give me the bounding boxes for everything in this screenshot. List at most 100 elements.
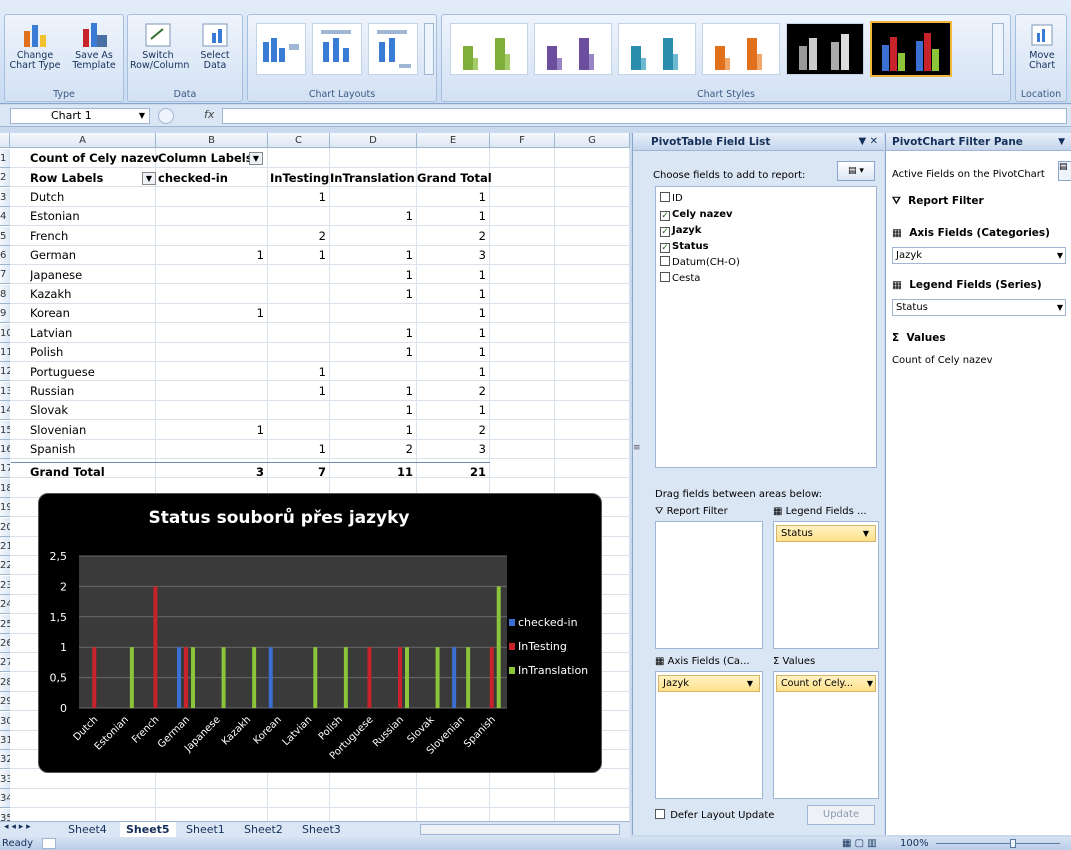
pivot-value-cell[interactable] bbox=[156, 285, 268, 304]
pivot-value-cell[interactable]: 2 bbox=[268, 227, 330, 246]
pivot-value-cell[interactable] bbox=[330, 304, 417, 323]
legend-select-dropdown-icon[interactable]: ▼ bbox=[1057, 300, 1063, 315]
legend-entry[interactable]: checked-in bbox=[518, 616, 578, 629]
pivot-value-cell[interactable]: 2 bbox=[330, 440, 417, 459]
style-green-thumb[interactable] bbox=[450, 23, 528, 75]
grand-total-label[interactable]: Grand Total bbox=[30, 463, 105, 482]
name-box[interactable]: Chart 1 ▼ bbox=[10, 108, 150, 124]
layouts-scroll[interactable] bbox=[424, 23, 434, 75]
column-header-F[interactable]: F bbox=[490, 133, 555, 148]
pivot-value-cell[interactable]: 1 bbox=[417, 363, 490, 382]
bar-intranslation-estonian[interactable] bbox=[129, 647, 134, 708]
field-list-layout-button[interactable]: ▤ ▾ bbox=[837, 161, 875, 181]
pivot-value-cell[interactable]: 1 bbox=[330, 246, 417, 265]
row-header-24[interactable]: 24 bbox=[0, 595, 10, 615]
x-tick-label[interactable]: Russian bbox=[371, 714, 406, 749]
pivot-value-cell[interactable]: 1 bbox=[268, 188, 330, 207]
pivot-chart[interactable]: Status souborů přes jazyky 0 0,5 1 1,5 2 2,5 D… bbox=[38, 493, 602, 773]
horizontal-scrollbar[interactable] bbox=[420, 824, 620, 835]
row-label-cell[interactable]: Latvian bbox=[30, 324, 72, 343]
formula-input[interactable] bbox=[222, 108, 1067, 124]
pivot-corner-label[interactable]: Count of Cely nazev bbox=[30, 149, 159, 168]
pivot-value-cell[interactable] bbox=[330, 227, 417, 246]
pivot-value-cell[interactable] bbox=[156, 266, 268, 285]
spreadsheet-grid[interactable]: ABCDEFG 12345678910111213141516171819202… bbox=[0, 133, 630, 821]
field-item[interactable]: ✓ Status bbox=[660, 239, 709, 255]
pivot-value-cell[interactable]: 1 bbox=[417, 266, 490, 285]
bar-checked-in-german[interactable] bbox=[177, 647, 181, 708]
values-area[interactable]: Count of Cely... ▼ bbox=[773, 671, 879, 799]
field-item[interactable]: Datum(CH-O) bbox=[660, 255, 740, 271]
bar-intesting-spanish[interactable] bbox=[489, 647, 494, 708]
row-label-cell[interactable]: Dutch bbox=[30, 188, 64, 207]
x-tick-label[interactable]: Polish bbox=[317, 714, 345, 742]
bar-checked-in-slovenian[interactable] bbox=[452, 647, 457, 708]
sheet-tab-sheet1[interactable]: Sheet1 bbox=[180, 822, 231, 837]
pivot-value-cell[interactable] bbox=[268, 285, 330, 304]
x-tick-label[interactable]: Kazakh bbox=[220, 714, 253, 747]
fx-icon[interactable]: fx bbox=[204, 108, 214, 121]
column-header-G[interactable]: G bbox=[555, 133, 630, 148]
row-label-cell[interactable]: Russian bbox=[30, 382, 74, 401]
row-label-cell[interactable]: Spanish bbox=[30, 440, 75, 459]
bar-intesting-russian[interactable] bbox=[398, 647, 402, 708]
pivot-value-cell[interactable]: 1 bbox=[417, 285, 490, 304]
y-tick-label[interactable]: 1,5 bbox=[50, 611, 68, 624]
style-orange-thumb[interactable] bbox=[702, 23, 780, 75]
switch-row-column-button[interactable]: Switch Row/Column bbox=[130, 21, 189, 71]
bar-intesting-portuguese[interactable] bbox=[367, 647, 372, 708]
pivot-value-cell[interactable]: 1 bbox=[417, 188, 490, 207]
pivot-value-cell[interactable] bbox=[156, 382, 268, 401]
bar-intranslation-polish[interactable] bbox=[343, 647, 348, 708]
move-chart-button[interactable]: Move Chart bbox=[1019, 21, 1065, 71]
row-header-31[interactable]: 31 bbox=[0, 731, 10, 750]
pivot-header-intranslation[interactable]: InTranslation bbox=[330, 169, 415, 188]
pivot-value-cell[interactable]: 1 bbox=[268, 382, 330, 401]
pivot-header-grand-total[interactable]: Grand Total bbox=[417, 169, 492, 188]
column-header-D[interactable]: D bbox=[330, 133, 417, 148]
pivot-header-intesting[interactable]: InTesting bbox=[270, 169, 329, 188]
pivot-value-cell[interactable]: 1 bbox=[417, 324, 490, 343]
pivot-value-cell[interactable]: 2 bbox=[417, 227, 490, 246]
axis-field-select[interactable]: Jazyk ▼ bbox=[892, 247, 1066, 264]
style-teal-thumb[interactable] bbox=[618, 23, 696, 75]
row-header-26[interactable]: 26 bbox=[0, 634, 10, 653]
layout-1-thumb[interactable] bbox=[256, 23, 306, 75]
panel-close-icon[interactable]: ▼ ✕ bbox=[858, 133, 878, 151]
row-header-3[interactable]: 3 bbox=[0, 187, 10, 207]
row-header-7[interactable]: 7 bbox=[0, 265, 10, 285]
row-header-23[interactable]: 23 bbox=[0, 575, 10, 595]
pivot-row-labels[interactable]: Row Labels bbox=[30, 169, 103, 188]
pivot-value-cell[interactable]: 1 bbox=[330, 343, 417, 362]
row-header-18[interactable]: 18 bbox=[0, 478, 10, 498]
pivot-value-cell[interactable]: 3 bbox=[417, 440, 490, 459]
bar-intranslation-german[interactable] bbox=[191, 647, 195, 708]
row-header-32[interactable]: 32 bbox=[0, 750, 10, 770]
defer-checkbox[interactable] bbox=[655, 809, 665, 819]
row-header-28[interactable]: 28 bbox=[0, 672, 10, 692]
pivot-value-cell[interactable]: 1 bbox=[156, 304, 268, 323]
row-header-19[interactable]: 19 bbox=[0, 498, 10, 518]
legend-swatch[interactable] bbox=[509, 643, 515, 650]
pivot-value-cell[interactable]: 1 bbox=[417, 343, 490, 362]
pivot-value-cell[interactable]: 2 bbox=[417, 382, 490, 401]
row-label-cell[interactable]: Slovak bbox=[30, 401, 68, 420]
column-header-E[interactable]: E bbox=[417, 133, 490, 148]
values-field-count[interactable]: Count of Cely... ▼ bbox=[776, 675, 876, 692]
panel-splitter[interactable]: ≡ bbox=[633, 443, 641, 461]
column-header-B[interactable]: B bbox=[156, 133, 268, 148]
pivot-value-cell[interactable] bbox=[156, 401, 268, 420]
bar-intranslation-japanese[interactable] bbox=[221, 647, 226, 708]
row-header-15[interactable]: 15 bbox=[0, 420, 10, 440]
row-label-cell[interactable]: German bbox=[30, 246, 76, 265]
formula-cancel-icon[interactable] bbox=[158, 108, 174, 124]
row-header-1[interactable]: 1 bbox=[0, 149, 10, 168]
field-item[interactable]: Cesta bbox=[660, 271, 700, 287]
pivot-value-cell[interactable]: 1 bbox=[330, 266, 417, 285]
style-gray-dark-thumb[interactable] bbox=[786, 23, 864, 75]
defer-layout-update[interactable]: Defer Layout Update bbox=[655, 809, 774, 821]
row-label-cell[interactable]: French bbox=[30, 227, 68, 246]
y-tick-label[interactable]: 0,5 bbox=[50, 672, 68, 685]
pivot-value-cell[interactable] bbox=[156, 343, 268, 362]
pivot-value-cell[interactable]: 1 bbox=[268, 363, 330, 382]
